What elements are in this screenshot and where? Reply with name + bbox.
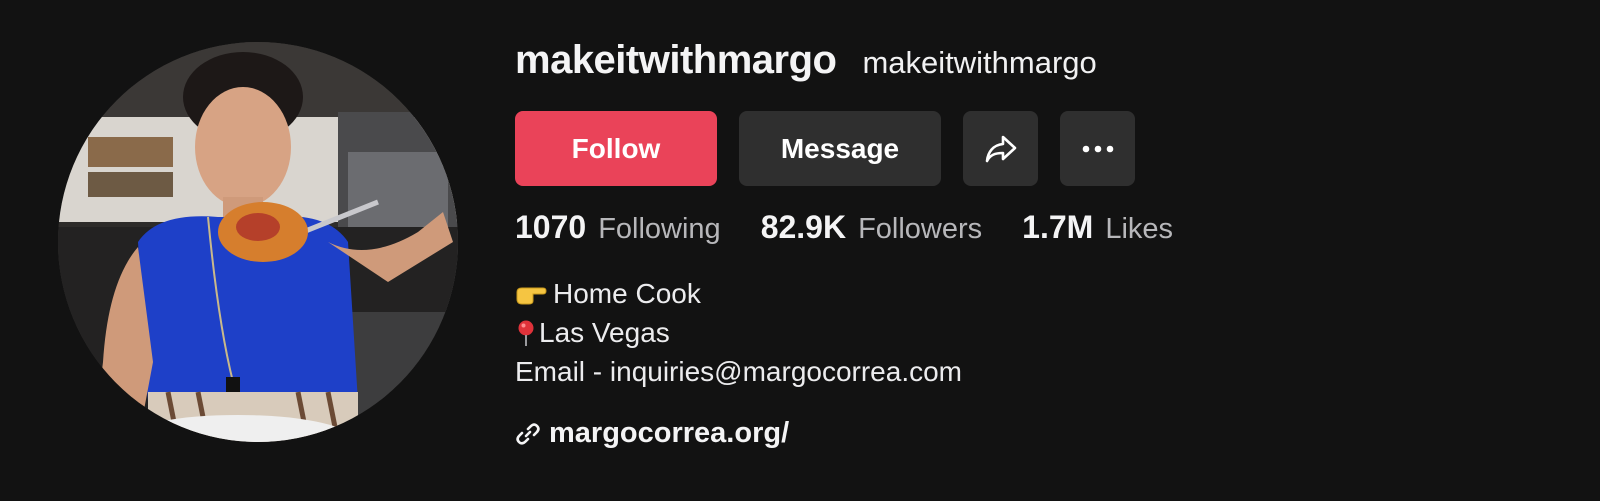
profile-bio: Home Cook Las Vegas Email - inquiries@ma… [515, 274, 962, 391]
bio-text-email: Email - inquiries@margocorrea.com [515, 356, 963, 387]
follow-button[interactable]: Follow [515, 111, 717, 186]
stat-label: Followers [858, 213, 983, 245]
stat-following[interactable]: 1070 Following [515, 209, 721, 246]
bio-line-home-cook: Home Cook [515, 274, 962, 313]
more-options-button[interactable] [1060, 111, 1135, 186]
stat-label: Likes [1105, 213, 1174, 245]
share-arrow-icon [985, 135, 1016, 162]
profile-titles: makeitwithmargo makeitwithmargo [515, 38, 1097, 83]
profile-username: makeitwithmargo [515, 38, 837, 82]
profile-link[interactable]: margocorrea.org/ [515, 417, 789, 450]
stat-label: Following [598, 213, 721, 245]
map-pin-icon [515, 319, 537, 347]
stat-value: 1070 [515, 209, 587, 245]
profile-stats: 1070 Following 82.9K Followers 1.7M Like… [515, 209, 1213, 246]
bio-line-location: Las Vegas [515, 313, 962, 352]
bio-text-location: Las Vegas [539, 317, 670, 348]
profile-actions: Follow Message [515, 111, 1135, 186]
stat-value: 1.7M [1022, 209, 1094, 245]
bio-line-email: Email - inquiries@margocorrea.com [515, 352, 962, 391]
message-button[interactable]: Message [739, 111, 941, 186]
avatar-photo [58, 42, 458, 442]
bio-text-home-cook: Home Cook [553, 278, 701, 309]
link-chain-icon [515, 421, 541, 447]
more-dots-icon [1082, 145, 1113, 152]
stat-followers[interactable]: 82.9K Followers [761, 209, 982, 246]
link-text[interactable]: margocorrea.org/ [549, 417, 789, 450]
stat-value: 82.9K [760, 209, 847, 245]
share-button[interactable] [963, 111, 1038, 186]
stat-likes: 1.7M Likes [1022, 209, 1173, 246]
pointing-hand-icon [515, 283, 547, 305]
profile-nickname: makeitwithmargo [862, 45, 1097, 80]
profile-avatar[interactable] [58, 42, 458, 442]
